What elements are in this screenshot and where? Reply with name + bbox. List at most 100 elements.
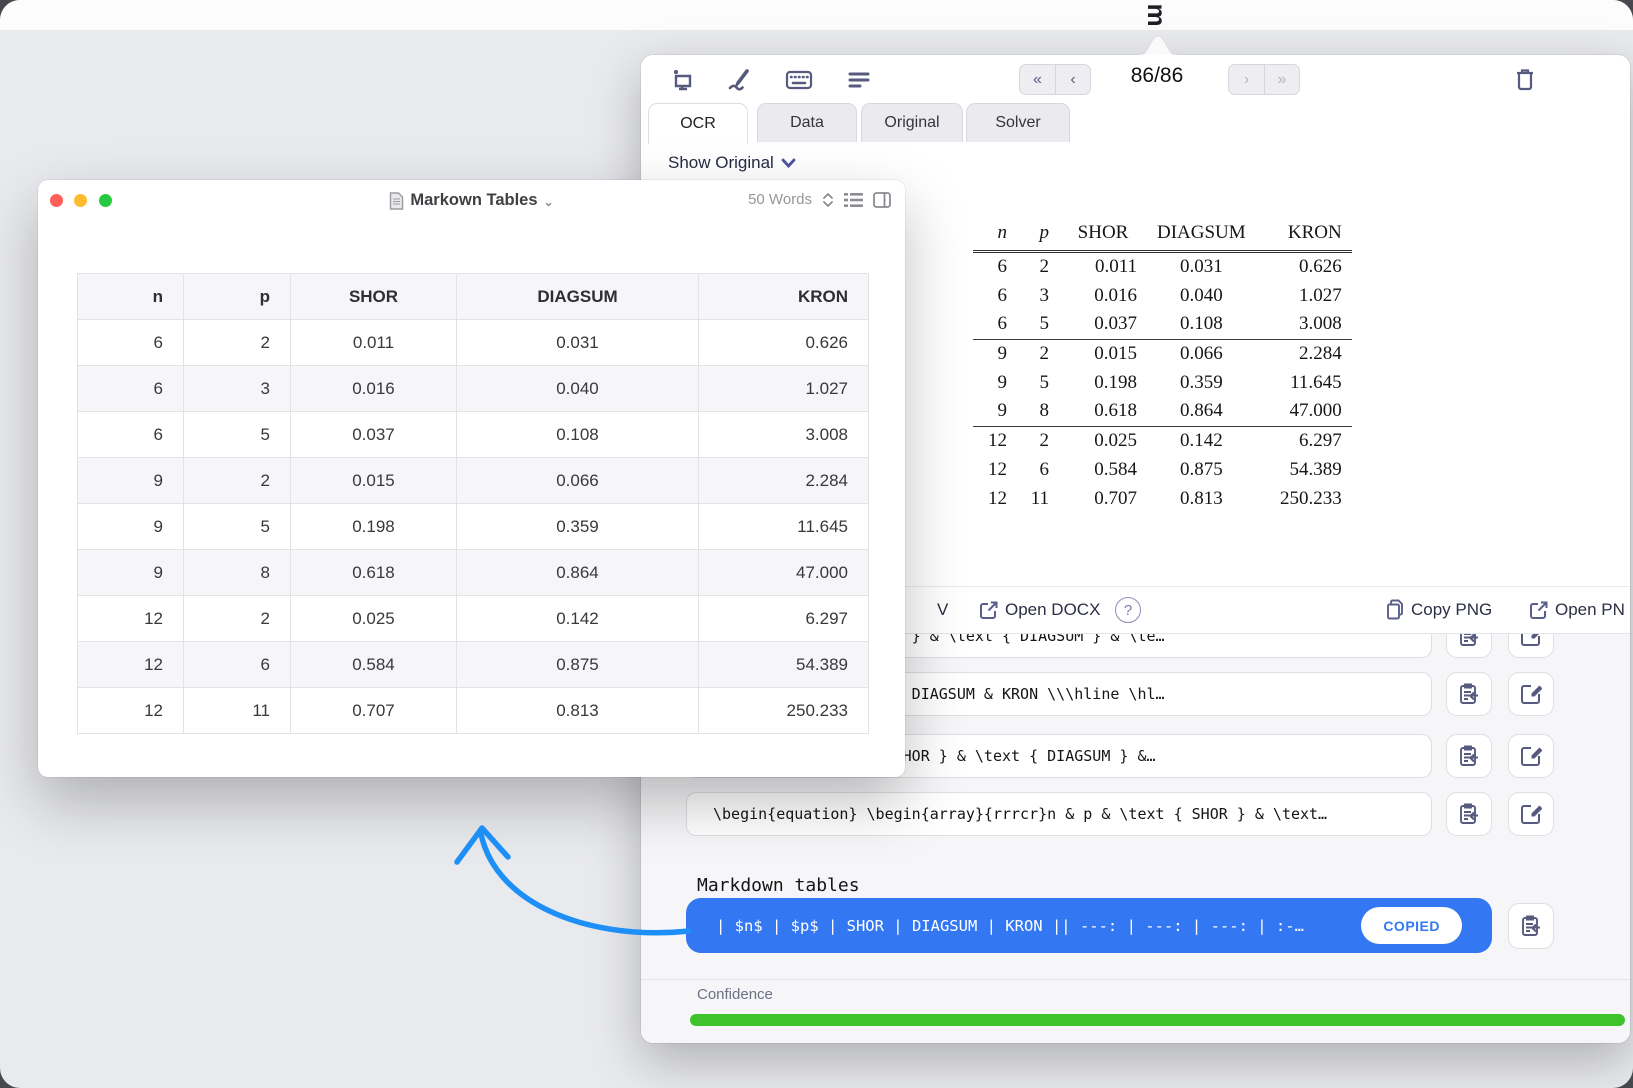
screenshot-stage: m bbox=[0, 0, 1633, 1088]
copy-to-clipboard-button[interactable] bbox=[1508, 903, 1554, 949]
col-header-diagsum: DIAGSUM bbox=[457, 274, 699, 320]
edit-snippet-button[interactable] bbox=[1508, 792, 1554, 836]
table-cell: 250.233 bbox=[1256, 484, 1352, 513]
stepper-icon[interactable] bbox=[822, 192, 834, 208]
next-page-button[interactable]: › bbox=[1229, 65, 1264, 94]
table-cell: 12 bbox=[973, 426, 1017, 455]
table-cell: 0.359 bbox=[1147, 368, 1256, 397]
tab-ocr[interactable]: OCR bbox=[648, 103, 748, 144]
hidden-label-fragment: V bbox=[937, 587, 948, 633]
edit-snippet-button[interactable] bbox=[1508, 672, 1554, 716]
table-cell: 0.864 bbox=[1147, 397, 1256, 426]
copy-to-clipboard-button[interactable] bbox=[1446, 792, 1492, 836]
table-cell: 2.284 bbox=[699, 458, 869, 504]
copy-to-clipboard-button[interactable] bbox=[1446, 734, 1492, 778]
table-cell: 0.025 bbox=[1059, 426, 1147, 455]
table-cell: 0.011 bbox=[1059, 252, 1147, 282]
table-cell: 0.066 bbox=[1147, 339, 1256, 368]
edit-snippet-button[interactable] bbox=[1508, 734, 1554, 778]
table-cell: 5 bbox=[184, 412, 291, 458]
table-cell: 0.198 bbox=[291, 504, 457, 550]
menu-bar: m bbox=[0, 0, 1633, 30]
table-cell: 3.008 bbox=[699, 412, 869, 458]
open-docx-label: Open DOCX bbox=[1005, 600, 1100, 620]
external-link-icon bbox=[979, 600, 999, 620]
table-row: 1220.0250.1426.297 bbox=[78, 596, 869, 642]
table-cell: 12 bbox=[973, 484, 1017, 513]
table-cell: 6 bbox=[78, 320, 184, 366]
table-row: 950.1980.35911.645 bbox=[973, 368, 1352, 397]
first-page-button[interactable]: « bbox=[1020, 65, 1055, 94]
draw-pen-icon[interactable] bbox=[723, 64, 755, 96]
table-cell: 0.015 bbox=[291, 458, 457, 504]
divider bbox=[641, 979, 1630, 980]
table-cell: 12 bbox=[78, 642, 184, 688]
latex-col-kron: KRON bbox=[1256, 220, 1352, 252]
table-cell: 6 bbox=[184, 642, 291, 688]
trash-icon[interactable] bbox=[1509, 63, 1541, 95]
table-cell: 0.864 bbox=[457, 550, 699, 596]
table-row: 650.0370.1083.008 bbox=[78, 412, 869, 458]
table-cell: 0.011 bbox=[291, 320, 457, 366]
table-cell: 6 bbox=[973, 310, 1017, 339]
table-cell: 12 bbox=[78, 596, 184, 642]
table-cell: 0.707 bbox=[291, 688, 457, 734]
lines-ocr-icon[interactable] bbox=[843, 64, 875, 96]
show-original-dropdown[interactable]: Show Original bbox=[668, 153, 796, 173]
table-cell: 0.142 bbox=[1147, 426, 1256, 455]
keyboard-icon[interactable] bbox=[783, 64, 815, 96]
copy-pages-icon bbox=[1385, 599, 1405, 621]
open-png-label: Open PN bbox=[1555, 600, 1625, 620]
table-row: 650.0370.1083.008 bbox=[973, 310, 1352, 339]
col-header-p: p bbox=[184, 274, 291, 320]
table-row: 1260.5840.87554.389 bbox=[973, 455, 1352, 484]
table-cell: 6 bbox=[78, 366, 184, 412]
table-cell: 0.359 bbox=[457, 504, 699, 550]
titlebar-right-group: 50 Words bbox=[748, 191, 891, 208]
table-cell: 6.297 bbox=[699, 596, 869, 642]
snip-crop-icon[interactable] bbox=[665, 64, 697, 96]
table-row: 12110.7070.813250.233 bbox=[78, 688, 869, 734]
table-cell: 12 bbox=[78, 688, 184, 734]
open-png-button[interactable]: Open PN bbox=[1529, 587, 1630, 633]
tab-data[interactable]: Data bbox=[757, 103, 857, 142]
table-cell: 2 bbox=[1017, 252, 1059, 282]
table-cell: 0.016 bbox=[1059, 281, 1147, 310]
table-cell: 0.031 bbox=[1147, 252, 1256, 282]
help-icon[interactable]: ? bbox=[1115, 597, 1141, 623]
rendered-latex-table: n p SHOR DIAGSUM KRON 620.0110.0310.6266… bbox=[973, 220, 1352, 513]
last-page-button[interactable]: » bbox=[1264, 65, 1299, 94]
table-cell: 11 bbox=[1017, 484, 1059, 513]
table-cell: 6 bbox=[973, 252, 1017, 282]
mathpix-menubar-icon[interactable]: m bbox=[1141, 0, 1173, 31]
word-count[interactable]: 50 Words bbox=[748, 191, 812, 208]
show-original-label: Show Original bbox=[668, 153, 774, 173]
prev-page-button[interactable]: ‹ bbox=[1055, 65, 1090, 94]
table-cell: 0.707 bbox=[1059, 484, 1147, 513]
markdown-code-text: | $n$ | $p$ | SHOR | DIAGSUM | KRON || -… bbox=[686, 917, 1304, 935]
table-cell: 11 bbox=[184, 688, 291, 734]
table-cell: 2.284 bbox=[1256, 339, 1352, 368]
copy-to-clipboard-button[interactable] bbox=[1446, 672, 1492, 716]
table-cell: 6 bbox=[973, 281, 1017, 310]
table-cell: 47.000 bbox=[1256, 397, 1352, 426]
table-cell: 1.027 bbox=[699, 366, 869, 412]
tab-bar: OCR Data Original Solver bbox=[641, 103, 1630, 142]
table-cell: 0.618 bbox=[1059, 397, 1147, 426]
pager-forward-group: › » bbox=[1228, 64, 1300, 95]
col-header-shor: SHOR bbox=[291, 274, 457, 320]
tab-solver[interactable]: Solver bbox=[966, 103, 1070, 142]
table-cell: 250.233 bbox=[699, 688, 869, 734]
list-icon[interactable] bbox=[844, 192, 863, 208]
latex-col-shor: SHOR bbox=[1059, 220, 1147, 252]
table-cell: 0.584 bbox=[291, 642, 457, 688]
sidebar-panel-icon[interactable] bbox=[873, 192, 891, 208]
copy-png-button[interactable]: Copy PNG bbox=[1385, 587, 1492, 633]
open-docx-button[interactable]: Open DOCX bbox=[979, 587, 1100, 633]
markdown-editor-window: Markown Tables ⌄ 50 Words n p SHO bbox=[38, 180, 905, 777]
markdown-code-bar[interactable]: | $n$ | $p$ | SHOR | DIAGSUM | KRON || -… bbox=[686, 898, 1492, 953]
table-row: 620.0110.0310.626 bbox=[78, 320, 869, 366]
latex-snippet-row[interactable]: \begin{equation} \begin{array}{rrrcr}n &… bbox=[686, 792, 1432, 836]
tab-original[interactable]: Original bbox=[861, 103, 963, 142]
popover-notch bbox=[1139, 33, 1177, 56]
